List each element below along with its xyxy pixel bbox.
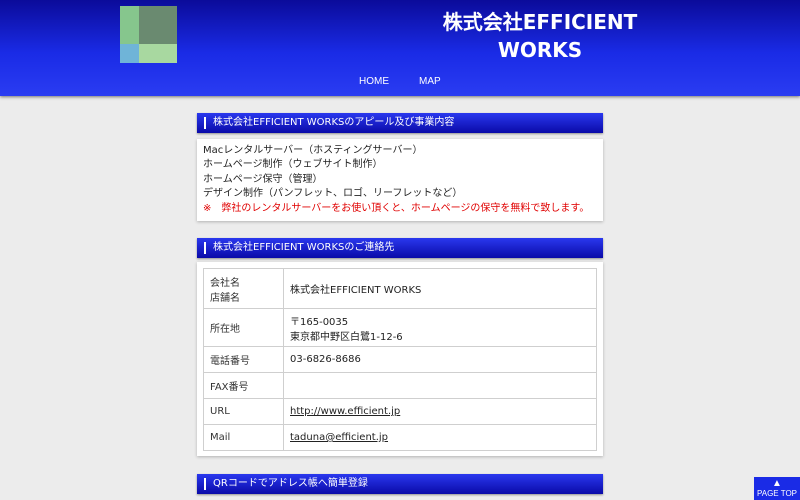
service-line: ホームページ制作（ウェブサイト制作） bbox=[203, 159, 383, 171]
email-link[interactable]: taduna@efficient.jp bbox=[290, 432, 388, 443]
page-top-label: PAGE TOP bbox=[756, 489, 797, 498]
table-row: URL http://www.efficient.jp bbox=[203, 398, 597, 425]
service-line: デザイン制作（パンフレット、ロゴ、リーフレットなど） bbox=[203, 188, 463, 200]
row-key-line: 店舗名 bbox=[210, 292, 240, 304]
row-value: http://www.efficient.jp bbox=[283, 398, 597, 425]
table-row: 会社名 店舗名 株式会社EFFICIENT WORKS bbox=[203, 268, 597, 309]
logo-tile bbox=[120, 6, 139, 44]
postal-code: 〒165-0035 bbox=[290, 316, 349, 328]
appeal-box: Macレンタルサーバー（ホスティングサーバー） ホームページ制作（ウェブサイト制… bbox=[197, 139, 603, 221]
row-key: 会社名 店舗名 bbox=[203, 268, 284, 309]
service-note: ※ 弊社のレンタルサーバーをお使い頂くと、ホームページの保守を無料で致します。 bbox=[203, 202, 590, 214]
page-top-button[interactable]: ▲ PAGE TOP bbox=[754, 477, 800, 500]
row-value bbox=[283, 372, 597, 399]
row-key-line: 会社名 bbox=[210, 277, 240, 289]
logo-tile bbox=[139, 6, 177, 44]
nav-map-link[interactable]: MAP bbox=[419, 76, 441, 87]
row-key: 所在地 bbox=[203, 308, 284, 347]
section-heading-contact: 株式会社EFFICIENT WORKSのご連絡先 bbox=[197, 238, 603, 258]
main-nav: HOME MAP bbox=[0, 76, 800, 90]
logo-tile bbox=[120, 44, 139, 63]
row-key: 電話番号 bbox=[203, 346, 284, 373]
row-key: FAX番号 bbox=[203, 372, 284, 399]
service-line: Macレンタルサーバー（ホスティングサーバー） bbox=[203, 145, 423, 156]
contact-table: 会社名 店舗名 株式会社EFFICIENT WORKS 所在地 〒165-003… bbox=[203, 268, 597, 451]
table-row: 所在地 〒165-0035 東京都中野区白鷺1-12-6 bbox=[203, 308, 597, 347]
table-row: FAX番号 bbox=[203, 372, 597, 399]
table-row: Mail taduna@efficient.jp bbox=[203, 424, 597, 451]
row-value: 株式会社EFFICIENT WORKS bbox=[283, 268, 597, 309]
nav-home-link[interactable]: HOME bbox=[359, 76, 389, 87]
site-title[interactable]: 株式会社EFFICIENT WORKS bbox=[410, 8, 670, 64]
section-heading-appeal: 株式会社EFFICIENT WORKSのアピール及び事業内容 bbox=[197, 113, 603, 133]
section-heading-qr: QRコードでアドレス帳へ簡単登録 bbox=[197, 474, 603, 494]
row-key: Mail bbox=[203, 424, 284, 451]
street-address: 東京都中野区白鷺1-12-6 bbox=[290, 331, 403, 343]
website-link[interactable]: http://www.efficient.jp bbox=[290, 406, 400, 417]
row-value: 〒165-0035 東京都中野区白鷺1-12-6 bbox=[283, 308, 597, 347]
contact-box: 会社名 店舗名 株式会社EFFICIENT WORKS 所在地 〒165-003… bbox=[197, 262, 603, 456]
double-chevron-up-icon: ▲ bbox=[772, 478, 782, 489]
logo-tile bbox=[139, 44, 177, 63]
table-row: 電話番号 03-6826-8686 bbox=[203, 346, 597, 373]
logo[interactable] bbox=[120, 6, 177, 63]
row-key: URL bbox=[203, 398, 284, 425]
service-line: ホームページ保守（管理） bbox=[203, 173, 323, 185]
row-value: 03-6826-8686 bbox=[283, 346, 597, 373]
row-value: taduna@efficient.jp bbox=[283, 424, 597, 451]
site-header: 株式会社EFFICIENT WORKS HOME MAP bbox=[0, 0, 800, 96]
